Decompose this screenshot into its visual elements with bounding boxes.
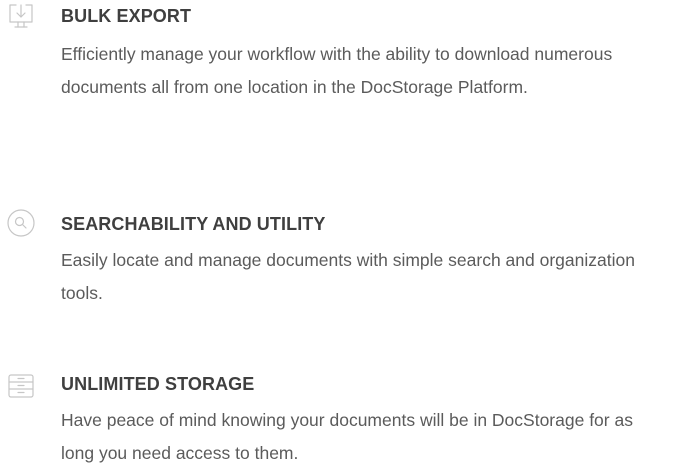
feature-description: Easily locate and manage documents with … — [61, 250, 635, 303]
feature-description: Have peace of mind knowing your document… — [61, 410, 633, 463]
feature-title: UNLIMITED STORAGE — [61, 374, 255, 394]
feature-title: SEARCHABILITY AND UTILITY — [61, 214, 326, 234]
storage-box-icon — [6, 371, 36, 401]
search-icon — [6, 208, 36, 238]
feature-title: BULK EXPORT — [61, 6, 192, 26]
feature-description: Efficiently manage your workflow with th… — [61, 44, 613, 97]
download-icon — [6, 2, 36, 32]
